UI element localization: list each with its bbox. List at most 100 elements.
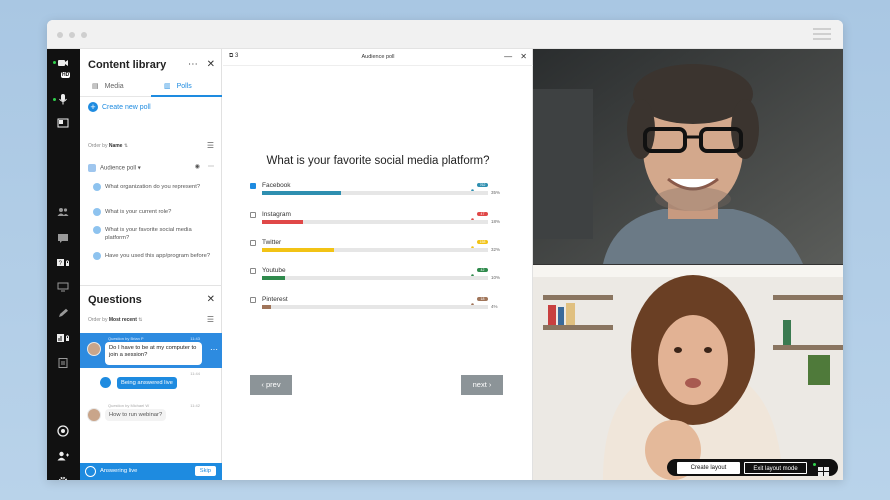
avatar bbox=[87, 408, 101, 422]
option-checkbox[interactable] bbox=[250, 212, 256, 218]
tab-media[interactable]: ▤ Media bbox=[92, 82, 124, 90]
doc-icon[interactable] bbox=[55, 357, 71, 373]
poll-option[interactable]: Instagram 47 18% bbox=[250, 210, 515, 230]
voter-count: 42 bbox=[477, 268, 488, 272]
chat-icon[interactable] bbox=[55, 232, 71, 248]
poll-question: What is your favorite social media platf… bbox=[266, 155, 490, 167]
close-icon[interactable]: ✕ bbox=[207, 294, 215, 305]
share-screen-icon[interactable] bbox=[55, 117, 71, 133]
avatar bbox=[87, 342, 101, 356]
question-icon bbox=[93, 208, 101, 216]
sort-icon: ⇅ bbox=[123, 143, 129, 149]
window-dot bbox=[81, 32, 87, 38]
exit-layout-button[interactable]: Exit layout mode bbox=[744, 462, 807, 474]
poll-option[interactable]: Youtube 42 10% bbox=[250, 266, 515, 286]
prev-button[interactable]: ‹ prev bbox=[250, 375, 292, 395]
create-layout-button[interactable]: Create layout bbox=[677, 462, 740, 474]
person-icon bbox=[470, 267, 475, 280]
video-grid: Create layout Exit layout mode bbox=[533, 49, 843, 480]
layout-controls: Create layout Exit layout mode bbox=[667, 459, 838, 476]
more-icon[interactable]: ⋯ bbox=[210, 345, 218, 354]
answer-time: 11:44 bbox=[190, 371, 200, 376]
hamburger-icon[interactable] bbox=[813, 28, 831, 40]
question-icon bbox=[93, 252, 101, 260]
poll-option[interactable]: Facebook 762 35% bbox=[250, 181, 515, 201]
answering-live-bar: Answering live Skip bbox=[80, 463, 222, 480]
tab-polls[interactable]: ▥ Polls bbox=[164, 82, 192, 90]
screen-icon[interactable] bbox=[55, 281, 71, 297]
microphone-icon[interactable] bbox=[55, 93, 71, 109]
content-library-panel: Content library ⋯ ✕ ▤ Media ▥ Polls + Cre… bbox=[80, 49, 222, 480]
title-bar bbox=[47, 20, 843, 49]
poll-view: ⧉ 3 Audience poll — ✕ What is your favor… bbox=[223, 49, 533, 480]
answering-live-label: Answering live bbox=[100, 468, 138, 474]
person-icon bbox=[470, 211, 475, 224]
poll-question-item[interactable]: What organization do you represent? bbox=[93, 183, 213, 191]
more-icon[interactable]: ⋯ bbox=[188, 59, 198, 70]
filter-icon[interactable]: ☰ bbox=[207, 315, 214, 324]
create-poll-button[interactable]: + Create new poll bbox=[88, 102, 151, 112]
option-progress-bar bbox=[262, 305, 488, 309]
voter-count: 47 bbox=[477, 212, 488, 216]
questions-title: Questions bbox=[88, 294, 142, 306]
add-user-icon[interactable] bbox=[55, 450, 71, 466]
close-icon[interactable]: ✕ bbox=[207, 59, 215, 70]
option-label: Youtube bbox=[262, 267, 286, 274]
voter-count: 18 bbox=[477, 297, 488, 301]
pen-icon[interactable] bbox=[55, 307, 71, 323]
layout-grid-icon[interactable] bbox=[818, 463, 830, 476]
question-meta: Question by Brian P bbox=[108, 336, 144, 341]
participant-video bbox=[533, 49, 843, 264]
settings-icon[interactable] bbox=[55, 475, 71, 480]
option-percent: 32% bbox=[491, 247, 501, 252]
radio-icon[interactable]: ◉ bbox=[195, 163, 200, 170]
option-progress-fill bbox=[262, 276, 285, 280]
poll-question-item[interactable]: What is your favorite social media platf… bbox=[93, 226, 213, 242]
option-progress-bar bbox=[262, 276, 488, 280]
order-by-control[interactable]: Order by Name ⇅ bbox=[88, 143, 128, 149]
being-answered-badge[interactable]: Being answered live bbox=[117, 377, 177, 389]
option-checkbox[interactable] bbox=[250, 183, 256, 189]
minimize-icon[interactable]: — bbox=[504, 52, 512, 61]
left-rail: HD ? bbox=[47, 49, 80, 480]
poll-icon bbox=[88, 164, 96, 172]
plus-icon: + bbox=[88, 102, 98, 112]
poll-title: Audience poll bbox=[361, 54, 395, 60]
option-checkbox[interactable] bbox=[250, 297, 256, 303]
video-tile-man bbox=[533, 49, 843, 264]
poll-item[interactable]: Audience poll ▾ ◉ ⋯ bbox=[88, 164, 214, 172]
poll-question-item[interactable]: Have you used this app/program before? bbox=[93, 252, 213, 260]
qa-icon[interactable]: ? bbox=[55, 257, 71, 273]
option-label: Twitter bbox=[262, 239, 282, 246]
person-icon bbox=[470, 182, 475, 195]
poll-question-item[interactable]: What is your current role? bbox=[93, 208, 213, 216]
window-dot bbox=[57, 32, 63, 38]
more-icon[interactable]: ⋯ bbox=[208, 163, 214, 170]
next-button[interactable]: next › bbox=[461, 375, 503, 395]
poll-option[interactable]: Pinterest 18 4% bbox=[250, 295, 515, 315]
poll-icon: ▥ bbox=[164, 83, 171, 90]
option-progress-fill bbox=[262, 191, 342, 195]
option-progress-bar bbox=[262, 220, 488, 224]
people-icon[interactable] bbox=[55, 206, 71, 222]
selected-question[interactable]: Question by Brian P 11:43 Do I have to b… bbox=[80, 333, 222, 368]
option-progress-fill bbox=[262, 220, 303, 224]
skip-button[interactable]: Skip bbox=[194, 466, 216, 476]
video-icon[interactable] bbox=[55, 57, 71, 73]
video-tile-woman: Create layout Exit layout mode bbox=[533, 265, 843, 480]
voter-badge: 18 bbox=[470, 296, 490, 309]
active-tab-indicator bbox=[151, 95, 222, 97]
option-label: Facebook bbox=[262, 182, 291, 189]
voter-count: 762 bbox=[477, 183, 488, 187]
option-checkbox[interactable] bbox=[250, 240, 256, 246]
close-icon[interactable]: ✕ bbox=[520, 52, 527, 61]
question-item[interactable]: Question by Michael W 11:42 How to run w… bbox=[80, 401, 222, 431]
poll-icon[interactable] bbox=[55, 332, 71, 348]
order-by-control[interactable]: Order by Most recent ⇅ bbox=[88, 317, 143, 323]
poll-option[interactable]: Twitter 158 32% bbox=[250, 238, 515, 258]
filter-icon[interactable]: ☰ bbox=[207, 141, 214, 150]
option-progress-bar bbox=[262, 248, 488, 252]
option-checkbox[interactable] bbox=[250, 268, 256, 274]
record-icon[interactable] bbox=[55, 425, 71, 441]
question-icon bbox=[93, 226, 101, 234]
